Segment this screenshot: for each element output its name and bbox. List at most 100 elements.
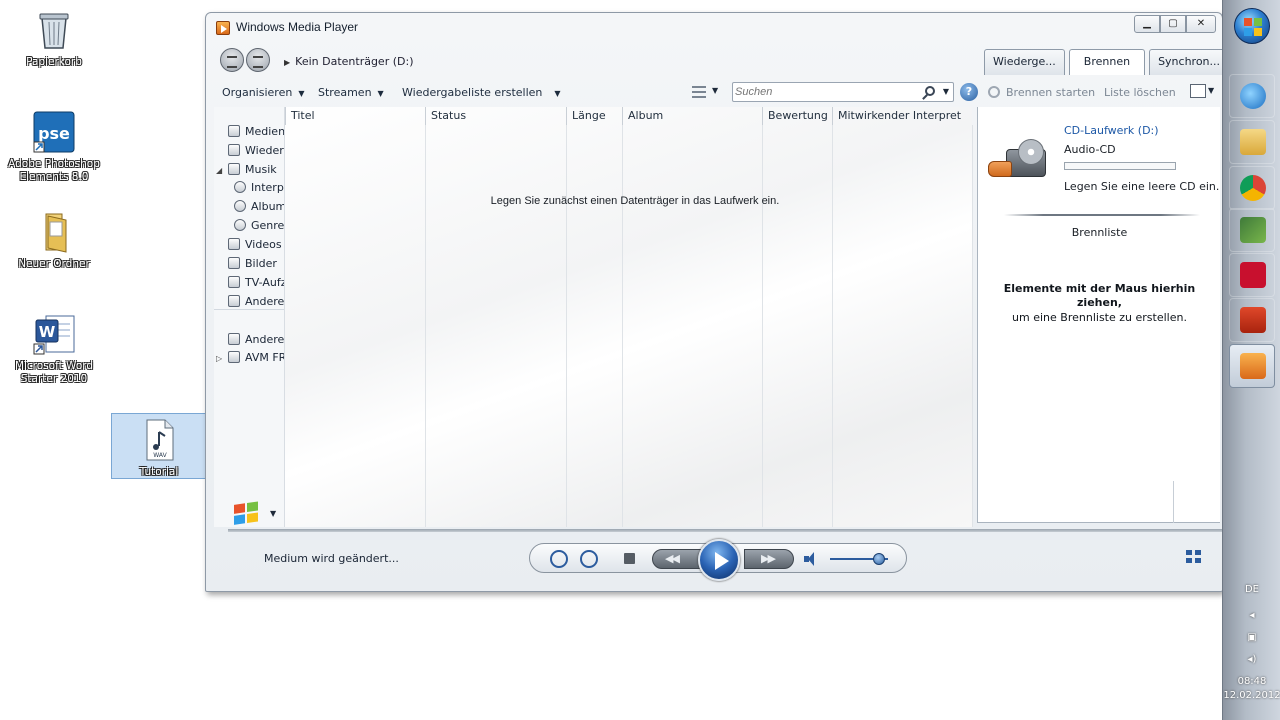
desktop-icon-tutorial[interactable]: WAV Tutorial xyxy=(111,413,207,479)
stop-button[interactable] xyxy=(624,553,635,564)
previous-button[interactable] xyxy=(652,549,702,569)
column-header-contributing-artist[interactable]: Mitwirkender Interpret xyxy=(832,107,973,125)
back-button[interactable] xyxy=(220,48,244,72)
chevron-down-icon[interactable]: ▼ xyxy=(1208,86,1214,95)
stream-menu[interactable]: Streamen ▼ xyxy=(318,86,384,99)
column-header-length[interactable]: Länge xyxy=(566,107,622,125)
shuffle-button[interactable] xyxy=(550,550,568,568)
organize-menu[interactable]: Organisieren ▼ xyxy=(222,86,304,99)
taskbar-toolbox[interactable] xyxy=(1229,298,1275,342)
start-button[interactable] xyxy=(1234,8,1270,44)
play-button[interactable] xyxy=(698,539,740,581)
nav-item-pictures[interactable]: Bilder xyxy=(216,257,277,275)
nav-label: Genre xyxy=(251,219,285,232)
create-playlist-label: Wiedergabeliste erstellen xyxy=(402,86,543,99)
nav-item-music[interactable]: ◢ Musik xyxy=(216,163,277,181)
search-icon[interactable] xyxy=(925,86,935,96)
organize-label: Organisieren xyxy=(222,86,293,99)
back-forward-buttons xyxy=(220,48,274,72)
nav-item-videos[interactable]: Videos xyxy=(216,238,282,256)
nav-item-genre[interactable]: Genre xyxy=(234,219,284,237)
toolbox-icon xyxy=(1240,307,1266,333)
desktop-icon-recycle-bin[interactable]: Papierkorb xyxy=(6,8,102,69)
collapse-arrow-icon[interactable]: ◢ xyxy=(216,166,228,175)
photoshop-badge: pse xyxy=(38,124,70,143)
clock-date[interactable]: 12.02.2012 xyxy=(1223,690,1280,701)
language-indicator[interactable]: DE xyxy=(1223,584,1280,595)
pictures-icon xyxy=(228,257,240,269)
desktop-icon-label: Neuer Ordner xyxy=(18,258,90,270)
tray-expand-icon[interactable]: ◂ xyxy=(1223,610,1280,621)
seek-bar[interactable] xyxy=(228,529,1222,532)
column-divider xyxy=(762,125,763,527)
wmp-app-icon xyxy=(216,21,230,35)
genre-icon xyxy=(234,219,246,231)
expand-arrow-icon[interactable]: ▷ xyxy=(216,354,228,363)
tab-play[interactable]: Wiederge... xyxy=(984,49,1065,75)
tab-sync[interactable]: Synchron... xyxy=(1149,49,1230,75)
chevron-down-icon[interactable]: ▼ xyxy=(270,509,276,518)
speaker-icon[interactable] xyxy=(804,552,818,566)
start-burn-button[interactable]: Brennen starten xyxy=(1006,86,1095,99)
taskbar-chrome[interactable] xyxy=(1229,166,1275,210)
breadcrumb[interactable]: ▶ Kein Datenträger (D:) xyxy=(284,55,413,68)
desktop-icon-word-starter[interactable]: W Microsoft Word Starter 2010 xyxy=(6,312,102,386)
windows-layout-icon[interactable] xyxy=(234,501,260,527)
title-bar[interactable]: Windows Media Player ▁ ▢ ✕ xyxy=(206,13,1222,41)
taskbar-media-center[interactable] xyxy=(1229,208,1275,252)
burn-list-title[interactable]: Brennliste xyxy=(978,226,1221,239)
next-button[interactable] xyxy=(744,549,794,569)
audio-file-icon: WAV xyxy=(137,418,181,462)
switch-to-now-playing-icon[interactable] xyxy=(1186,550,1202,564)
tab-burn[interactable]: Brennen xyxy=(1068,49,1146,75)
column-header-rating[interactable]: Bewertung xyxy=(762,107,832,125)
forward-button[interactable] xyxy=(246,48,270,72)
search-field[interactable]: ▼ xyxy=(732,82,954,102)
close-button[interactable]: ✕ xyxy=(1186,15,1216,33)
clear-list-button[interactable]: Liste löschen xyxy=(1104,86,1176,99)
help-button[interactable]: ? xyxy=(960,83,978,101)
video-icon xyxy=(228,238,240,250)
view-options-icon[interactable] xyxy=(692,86,706,98)
burn-toolbar: Brennen starten Liste löschen ▼ xyxy=(984,81,1216,105)
nav-label: Musik xyxy=(245,163,277,176)
column-header-status[interactable]: Status xyxy=(425,107,566,125)
column-header-album[interactable]: Album xyxy=(622,107,762,125)
desktop-icon-photoshop-elements[interactable]: pse Adobe Photoshop Elements 8.0 xyxy=(6,110,102,184)
playlist-icon xyxy=(228,144,240,156)
volume-tray-icon[interactable]: ◂) xyxy=(1223,654,1280,665)
taskbar-wmp[interactable] xyxy=(1229,344,1275,388)
chevron-down-icon[interactable]: ▼ xyxy=(712,86,718,95)
search-input[interactable] xyxy=(735,84,915,100)
minimize-button[interactable]: ▁ xyxy=(1134,15,1160,33)
volume-knob[interactable] xyxy=(873,553,886,565)
library-icon xyxy=(228,125,240,137)
column-divider xyxy=(972,125,973,527)
windows-logo-icon xyxy=(1244,18,1262,36)
nav-label: Bilder xyxy=(245,257,277,270)
repeat-button[interactable] xyxy=(580,550,598,568)
maximize-button[interactable]: ▢ xyxy=(1160,15,1186,33)
column-divider xyxy=(622,125,623,527)
taskbar-avira[interactable] xyxy=(1229,253,1275,297)
network-icon[interactable]: ▣ xyxy=(1223,632,1280,643)
drive-name-link[interactable]: CD-Laufwerk (D:) xyxy=(1064,124,1159,137)
burn-options-icon[interactable] xyxy=(1190,84,1206,98)
taskbar-explorer[interactable] xyxy=(1229,120,1275,164)
desktop-icon-label: Papierkorb xyxy=(26,56,82,68)
player-status: Medium wird geändert... xyxy=(264,552,399,565)
wmp-window: Windows Media Player ▁ ▢ ✕ ▶ Kein Datentr… xyxy=(205,12,1230,592)
disc-type-label: Audio-CD xyxy=(1064,143,1116,156)
chevron-down-icon[interactable]: ▼ xyxy=(943,87,949,96)
burn-divider xyxy=(1004,214,1200,216)
clock-time[interactable]: 08:48 xyxy=(1223,676,1280,687)
wav-badge: WAV xyxy=(153,452,167,459)
desktop-icon-new-folder[interactable]: Neuer Ordner xyxy=(6,210,102,271)
taskbar-ie[interactable] xyxy=(1229,74,1275,118)
create-playlist-menu[interactable]: Wiedergabeliste erstellen ▼ xyxy=(402,86,561,99)
drop-hint-secondary: um eine Brennliste zu erstellen. xyxy=(1012,311,1187,324)
library-toolbar: Organisieren ▼ Streamen ▼ Wiedergabeliste … xyxy=(214,81,978,105)
network-library-icon xyxy=(228,351,240,363)
nav-item-album[interactable]: Album xyxy=(234,200,286,218)
column-header-title[interactable]: Titel xyxy=(285,107,425,125)
